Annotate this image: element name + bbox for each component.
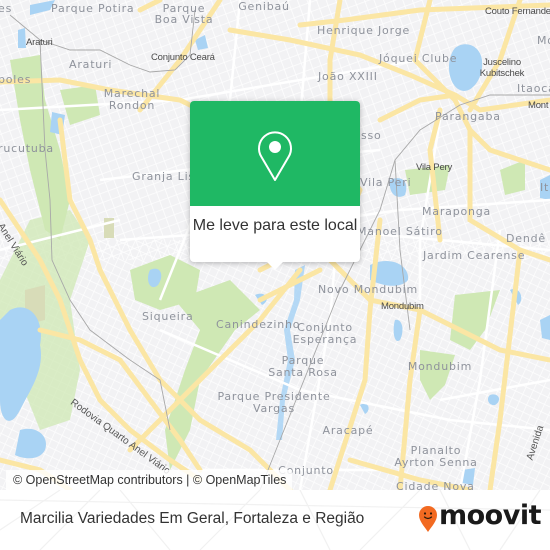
map-attribution[interactable]: © OpenStreetMap contributors | © OpenMap…	[6, 470, 293, 490]
navigate-here-popup[interactable]: Me leve para este local	[190, 101, 360, 270]
map-label-sso: sso	[361, 129, 382, 142]
map-label-genibau: Genibaú	[238, 0, 290, 13]
poi-label-conjunto-ceara: Conjunto Ceará	[151, 52, 215, 63]
footer-bar: Marcilia Variedades Em Geral, Fortaleza …	[0, 490, 550, 550]
map-label-parque-santa-rosa-2: Santa Rosa	[268, 366, 338, 379]
map-label-aracape: Aracapé	[322, 424, 374, 437]
map-label-parque-presidente: Parque Presidente	[217, 390, 331, 403]
popup-pointer	[267, 262, 283, 270]
poi-label-araturi: Araturi	[26, 37, 53, 48]
map-label-esperanca: Esperança	[292, 333, 358, 346]
map-label-es: es	[0, 2, 13, 15]
map-label-siqueira: Siqueira	[142, 310, 194, 323]
moovit-wordmark: moovit	[439, 500, 542, 531]
map-label-jardim-cearense: Jardim Cearense	[423, 249, 526, 262]
map-label-marechal: Marechal	[103, 87, 161, 100]
map-label-parangaba: Parangaba	[435, 110, 501, 123]
map-label-mo: Mo	[537, 34, 550, 47]
map-label-vila-peri: Vila Peri	[360, 176, 412, 189]
map-label-henrique-jorge: Henrique Jorge	[317, 24, 411, 37]
poi-label-mont: Mont	[528, 100, 549, 111]
map-label-itaoca: Itaoca	[517, 82, 550, 95]
map-label-vargas: Vargas	[253, 402, 295, 415]
map-label-planalto: Planalto	[410, 444, 462, 457]
map-pin-icon	[258, 131, 292, 181]
poi-label-kubitschek: Kubitschek	[479, 68, 525, 79]
map-label-dende: Dendê	[506, 232, 546, 245]
map-label-conjunto: Conjunto	[297, 321, 353, 334]
map-label-rucutuba: rucutuba	[0, 142, 54, 155]
map-label-araturi: Araturi	[69, 58, 113, 71]
map-label-joquei-clube: Jóquei Clube	[379, 52, 458, 65]
map-label-cidade-nova: Cidade Nova	[396, 480, 475, 490]
map-label-poles: poles	[0, 73, 32, 86]
map-label-ayrton-senna: Ayrton Senna	[394, 456, 478, 469]
map-label-rondon: Rondon	[108, 99, 156, 112]
map-label-novo-mondubim: Novo Mondubim	[318, 283, 418, 296]
poi-label-juscelino: Juscelino	[483, 57, 521, 68]
place-title: Marcilia Variedades Em Geral, Fortaleza …	[20, 510, 365, 527]
map-label-mondubim: Mondubim	[407, 360, 473, 373]
moovit-smiley-pin-icon	[419, 506, 437, 532]
map-label-parque-santa-rosa-1: Parque	[281, 354, 325, 367]
map-label-maraponga: Maraponga	[422, 205, 492, 218]
poi-label-mondubim: Mondubim	[381, 301, 424, 312]
poi-label-vila-pery: Vila Pery	[416, 162, 453, 173]
map-view[interactable]: Parque Potira Parque Boa Vista Genibaú H…	[0, 0, 550, 490]
navigate-here-label[interactable]: Me leve para este local	[190, 206, 360, 236]
map-label-boa-vista: Boa Vista	[154, 13, 214, 26]
popup-header[interactable]	[190, 101, 360, 206]
map-label-it: It	[540, 181, 550, 194]
map-label-manoel-satiro: Manoel Sátiro	[357, 225, 443, 238]
map-label-parque-potira: Parque Potira	[51, 2, 135, 15]
poi-label-couto-fernandes: Couto Fernandes	[485, 6, 550, 17]
moovit-logo[interactable]: moovit	[418, 500, 542, 535]
map-label-canindezinho: Canindezinho	[216, 318, 301, 331]
map-label-joao-xxiii: João XXIII	[318, 70, 378, 83]
